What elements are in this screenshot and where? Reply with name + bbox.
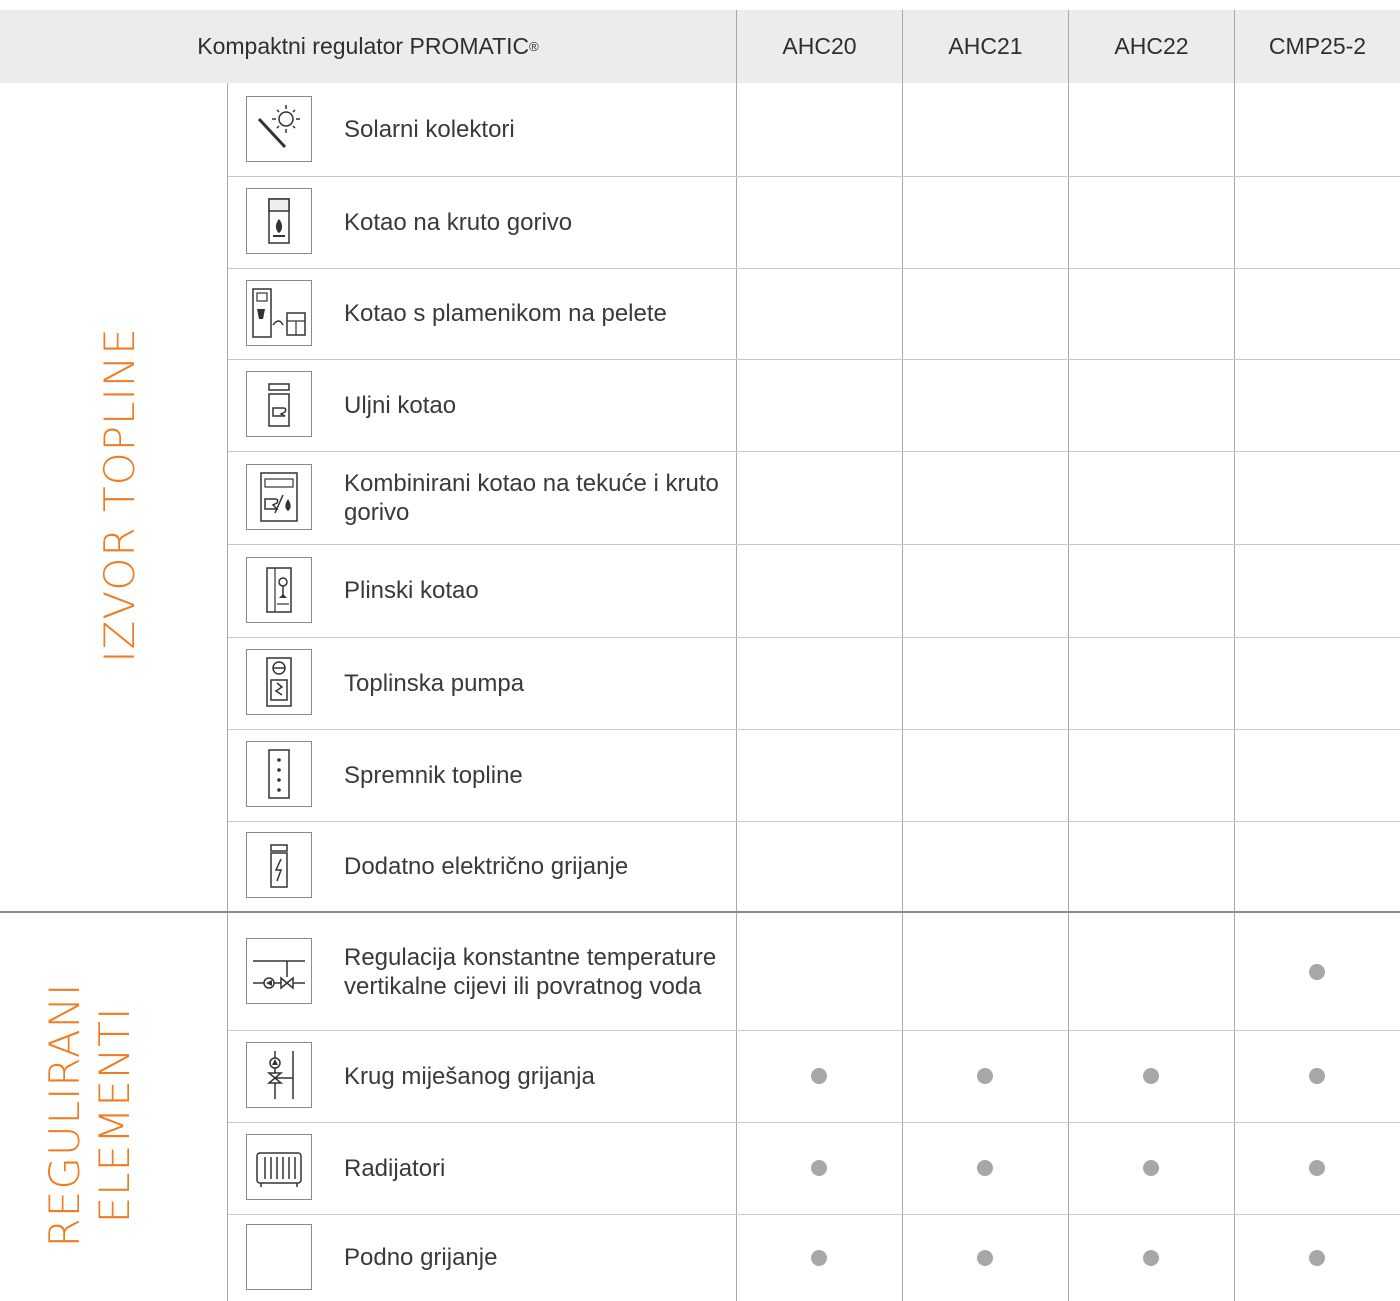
heat-pump-icon bbox=[246, 649, 312, 715]
oil-boiler-icon bbox=[246, 371, 312, 437]
row-header-divider bbox=[227, 83, 228, 1301]
section-label-line1: REGULIRANI bbox=[40, 982, 89, 1248]
model-header-ahc20: AHC20 bbox=[782, 33, 857, 59]
row-label-text: Dodatno električno grijanje bbox=[344, 852, 629, 880]
support-dot-ahc20 bbox=[811, 1249, 827, 1266]
row-label: Toplinska pumpa bbox=[344, 637, 724, 729]
electric-heater-icon bbox=[246, 832, 312, 898]
heat-storage-icon bbox=[246, 741, 312, 807]
row-label: Kotao na kruto gorivo bbox=[344, 176, 724, 268]
row-label-text: Kombinirani kotao na tekuće i kruto gori… bbox=[344, 469, 719, 526]
product-title-text: Kompaktni regulator PROMATIC bbox=[197, 33, 530, 59]
support-dot-cmp25-2 bbox=[1309, 1068, 1325, 1084]
row-label-text: Radijatori bbox=[344, 1154, 446, 1182]
row-label: Podno grijanje bbox=[344, 1214, 724, 1301]
row-label-text: Kotao na kruto gorivo bbox=[344, 208, 573, 236]
model-header-ahc22: AHC22 bbox=[1114, 33, 1189, 59]
row-label-text: Podno grijanje bbox=[344, 1244, 498, 1271]
row-label: Spremnik topline bbox=[344, 729, 724, 821]
row-label: Kotao s plamenikom na pelete bbox=[344, 268, 724, 359]
row-label: Kombinirani kotao na tekuće i kruto gori… bbox=[344, 451, 724, 544]
support-dot-cmp25-2 bbox=[1309, 963, 1325, 980]
section-label-line2: ELEMENTI bbox=[90, 1006, 139, 1224]
floor-heating-icon bbox=[246, 1223, 312, 1290]
row-label: Uljni kotao bbox=[344, 359, 724, 451]
row-label: Solarni kolektori bbox=[344, 83, 724, 176]
row-label: Krug miješanog grijanja bbox=[344, 1030, 724, 1122]
model-header-ahc21: AHC21 bbox=[948, 33, 1023, 59]
support-dot-ahc22 bbox=[1143, 1249, 1159, 1266]
row-label-text: Regulacija konstantne temperature vertik… bbox=[344, 943, 717, 1000]
support-dot-cmp25-2 bbox=[1309, 1160, 1325, 1176]
support-dot-ahc20 bbox=[811, 1068, 827, 1084]
support-dot-ahc21 bbox=[977, 1249, 993, 1266]
row-label: Plinski kotao bbox=[344, 544, 724, 637]
solid-fuel-boiler-icon bbox=[246, 188, 312, 254]
product-title: Kompaktni regulator PROMATIC ® bbox=[0, 10, 736, 83]
row-label-text: Solarni kolektori bbox=[344, 116, 515, 143]
model-header-cmp25-2: CMP25-2 bbox=[1268, 33, 1367, 59]
support-dot-ahc21 bbox=[977, 1160, 993, 1176]
column-divider bbox=[1068, 10, 1069, 1301]
row-label-text: Kotao s plamenikom na pelete bbox=[344, 300, 667, 327]
section-label-controlled-elements: REGULIRANI ELEMENTI bbox=[40, 955, 150, 1275]
row-label-text: Spremnik topline bbox=[344, 761, 523, 789]
support-dot-ahc22 bbox=[1143, 1160, 1159, 1176]
combined-boiler-icon bbox=[246, 463, 312, 530]
constant-temperature-icon bbox=[246, 937, 312, 1004]
row-label-text: Toplinska pumpa bbox=[344, 669, 525, 697]
row-label: Radijatori bbox=[344, 1122, 724, 1214]
solar-collector-icon bbox=[246, 95, 312, 162]
row-label: Dodatno električno grijanje bbox=[344, 821, 724, 911]
row-label: Regulacija konstantne temperature vertik… bbox=[344, 913, 724, 1030]
row-label-text: Plinski kotao bbox=[344, 577, 479, 604]
mixing-circuit-icon bbox=[246, 1042, 312, 1108]
support-dot-cmp25-2 bbox=[1309, 1249, 1325, 1266]
support-dot-ahc21 bbox=[977, 1068, 993, 1084]
column-divider bbox=[902, 10, 903, 1301]
radiator-icon bbox=[246, 1134, 312, 1200]
section-label-heat-source: IZVOR TOPLINE bbox=[95, 327, 144, 663]
gas-boiler-icon bbox=[246, 556, 312, 623]
column-divider bbox=[1234, 10, 1235, 1301]
row-label-text: Krug miješanog grijanja bbox=[344, 1062, 595, 1090]
column-divider bbox=[736, 10, 737, 1301]
support-dot-ahc22 bbox=[1143, 1068, 1159, 1084]
pellet-boiler-icon bbox=[246, 279, 312, 346]
registered-mark: ® bbox=[529, 39, 539, 54]
row-label-text: Uljni kotao bbox=[344, 391, 457, 419]
support-dot-ahc20 bbox=[811, 1160, 827, 1176]
